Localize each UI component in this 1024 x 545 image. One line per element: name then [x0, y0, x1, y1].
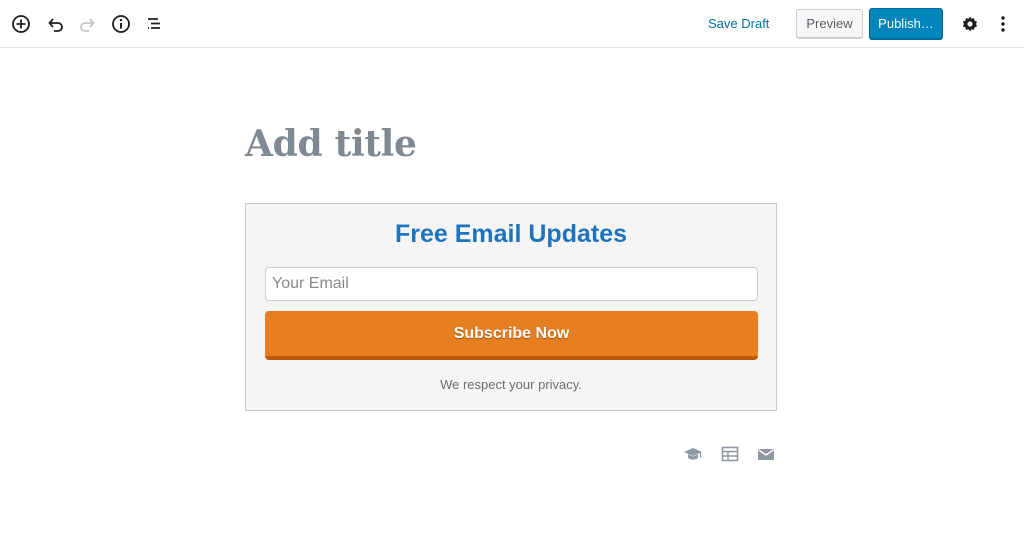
email-icon[interactable] — [756, 444, 776, 464]
more-vertical-icon[interactable] — [991, 12, 1015, 36]
redo-icon[interactable] — [76, 12, 100, 36]
block-navigation-icon[interactable] — [142, 12, 166, 36]
table-icon[interactable] — [720, 444, 740, 464]
email-signup-block[interactable]: Free Email Updates Subscribe Now We resp… — [245, 203, 777, 411]
save-draft-button[interactable]: Save Draft — [708, 14, 769, 34]
info-icon[interactable] — [109, 12, 133, 36]
undo-icon[interactable] — [43, 12, 67, 36]
subscribe-button[interactable]: Subscribe Now — [265, 311, 758, 360]
publish-button[interactable]: Publish… — [869, 8, 943, 39]
email-field[interactable] — [265, 267, 758, 301]
editor-toolbar: Save Draft Preview Publish… — [0, 0, 1024, 48]
gear-icon[interactable] — [958, 12, 982, 36]
privacy-note: We respect your privacy. — [440, 377, 582, 392]
post-title-placeholder[interactable]: Add title — [245, 120, 417, 168]
graduation-cap-icon[interactable] — [683, 444, 703, 464]
add-block-icon[interactable] — [9, 12, 33, 36]
preview-button[interactable]: Preview — [796, 9, 863, 38]
email-signup-heading: Free Email Updates — [394, 220, 628, 248]
